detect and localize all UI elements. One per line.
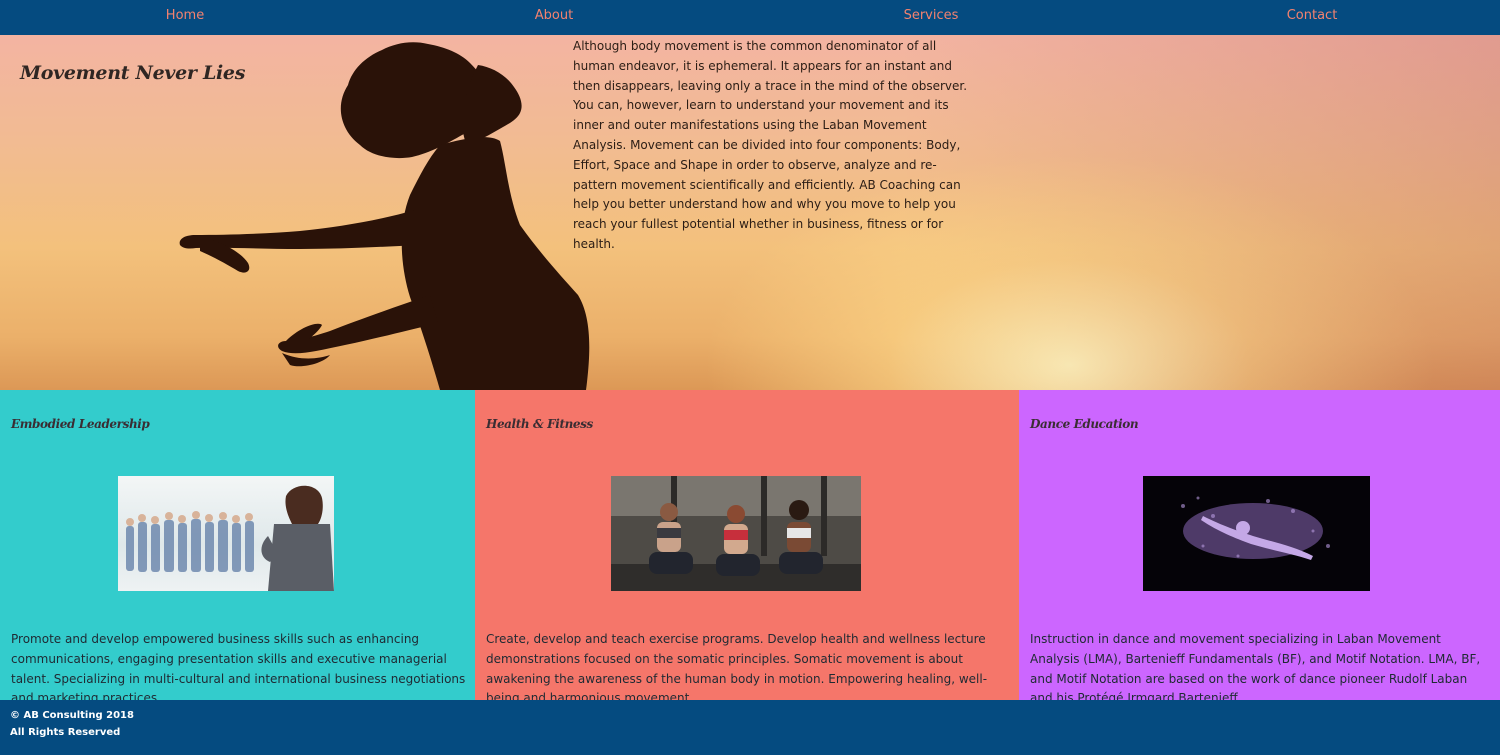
nav-link-about[interactable]: About (535, 8, 573, 23)
hero-banner: Movement Never Lies Although body moveme… (0, 35, 1500, 390)
fitness-women-image (611, 476, 861, 591)
hero-description: Although body movement is the common den… (573, 39, 968, 251)
service-title: Dance Education (1030, 417, 1139, 431)
top-navigation: Home About Services Contact (0, 0, 1500, 35)
service-description: Instruction in dance and movement specia… (1030, 632, 1481, 700)
service-card-dance-education: Dance Education Instruction in dance and… (1019, 390, 1500, 700)
service-card-health-fitness: Health & Fitness Create, develop and tea… (475, 390, 1019, 700)
service-title: Health & Fitness (486, 417, 593, 431)
nav-link-contact[interactable]: Contact (1287, 8, 1338, 23)
nav-link-home[interactable]: Home (166, 8, 204, 23)
dancer-powder-image (1143, 476, 1370, 591)
service-description: Create, develop and teach exercise progr… (486, 632, 988, 700)
business-team-image (118, 476, 334, 591)
service-title: Embodied Leadership (11, 417, 150, 431)
hero-title: Movement Never Lies (20, 62, 246, 84)
nav-link-services[interactable]: Services (904, 8, 959, 23)
footer-rights: All Rights Reserved (10, 727, 121, 738)
service-card-embodied-leadership: Embodied Leadership Promote and develop … (0, 390, 475, 700)
service-description: Promote and develop empowered business s… (11, 632, 466, 700)
footer-copyright: © AB Consulting 2018 (10, 710, 134, 721)
site-footer: © AB Consulting 2018 All Rights Reserved (0, 700, 1500, 755)
